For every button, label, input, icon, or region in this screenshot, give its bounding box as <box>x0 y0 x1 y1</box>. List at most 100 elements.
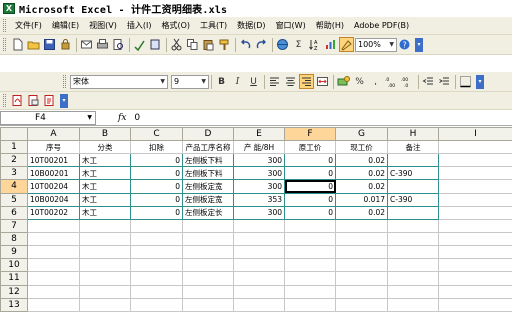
grid-cell[interactable] <box>335 271 388 286</box>
menu-adobe-pdf[interactable]: Adobe PDF(B) <box>349 21 414 30</box>
grid-cell[interactable] <box>27 297 80 312</box>
grid-cell[interactable] <box>233 284 285 299</box>
grid-cell[interactable] <box>130 297 183 312</box>
select-all-corner[interactable] <box>0 127 28 141</box>
percent-button[interactable]: % <box>352 74 367 89</box>
menu-edit[interactable]: 编辑(E) <box>47 20 84 31</box>
grid-cell[interactable]: 左侧板下料 <box>182 153 234 168</box>
row-header[interactable]: 9 <box>0 245 28 260</box>
grid-cell[interactable]: 产 能/8H <box>233 139 285 155</box>
grid-cell[interactable]: 0.02 <box>335 153 388 168</box>
chart-wizard-icon[interactable] <box>323 37 338 52</box>
row-header[interactable]: 11 <box>0 271 28 286</box>
grid-cell[interactable] <box>284 271 336 286</box>
row-header[interactable]: 6 <box>0 205 28 220</box>
grid-cell[interactable] <box>130 271 183 286</box>
grid-cell[interactable]: 木工 <box>79 205 131 220</box>
menu-tools[interactable]: 工具(T) <box>195 20 232 31</box>
grid-cell[interactable] <box>438 297 512 312</box>
grid-cell[interactable]: C-390 <box>387 166 439 181</box>
grid-cell[interactable] <box>387 205 439 220</box>
grid-cell[interactable] <box>27 271 80 286</box>
grid-cell[interactable] <box>79 271 131 286</box>
redo-icon[interactable] <box>254 37 269 52</box>
grid-cell[interactable] <box>182 218 234 233</box>
grid-cell[interactable]: 木工 <box>79 166 131 181</box>
grid-cell[interactable] <box>387 284 439 299</box>
row-header[interactable]: 3 <box>0 166 28 181</box>
grid-cell[interactable]: 左侧板下料 <box>182 166 234 181</box>
menu-file[interactable]: 文件(F) <box>10 20 47 31</box>
spelling-icon[interactable] <box>132 37 147 52</box>
research-icon[interactable] <box>148 37 163 52</box>
grid-cell[interactable] <box>438 284 512 299</box>
toolbar-options-icon[interactable]: ▾ <box>476 74 484 89</box>
grid-cell[interactable] <box>27 218 80 233</box>
grid-cell[interactable] <box>130 284 183 299</box>
grid-cell[interactable]: 0.02 <box>335 166 388 181</box>
hyperlink-icon[interactable] <box>275 37 290 52</box>
grid-cell[interactable] <box>438 192 512 207</box>
formula-input[interactable]: 0 <box>134 113 140 123</box>
row-header[interactable]: 10 <box>0 258 28 273</box>
row-header[interactable]: 4 <box>0 179 28 194</box>
new-icon[interactable] <box>10 37 25 52</box>
row-header[interactable]: 8 <box>0 231 28 247</box>
row-header[interactable]: 5 <box>0 192 28 207</box>
increase-indent-icon[interactable] <box>437 74 452 89</box>
column-header-b[interactable]: B <box>79 127 131 141</box>
bold-button[interactable]: B <box>214 74 229 89</box>
toolbar-grip[interactable] <box>63 75 66 88</box>
grid-cell[interactable]: 0.02 <box>335 205 388 220</box>
grid-cell[interactable] <box>130 258 183 273</box>
align-right-icon[interactable] <box>299 74 314 89</box>
format-painter-icon[interactable] <box>217 37 232 52</box>
sort-ascending-icon[interactable]: AZ <box>307 37 322 52</box>
grid-cell[interactable]: 300 <box>233 179 285 194</box>
grid-cell[interactable] <box>387 218 439 233</box>
column-header-a[interactable]: A <box>27 127 80 141</box>
currency-icon[interactable] <box>336 74 351 89</box>
grid-cell[interactable] <box>182 245 234 260</box>
grid-cell[interactable]: 10B00201 <box>27 166 80 181</box>
align-center-icon[interactable] <box>283 74 298 89</box>
grid-cell[interactable]: 备注 <box>387 139 439 155</box>
row-header[interactable]: 7 <box>0 218 28 233</box>
grid-cell[interactable]: 10T00201 <box>27 153 80 168</box>
increase-decimal-icon[interactable]: .0.00 <box>384 74 399 89</box>
grid-cell[interactable]: 10B00204 <box>27 192 80 207</box>
grid-cell[interactable] <box>182 258 234 273</box>
grid-cell[interactable] <box>130 218 183 233</box>
grid-cell[interactable] <box>284 245 336 260</box>
grid-cell[interactable] <box>233 297 285 312</box>
grid-cell[interactable] <box>79 245 131 260</box>
grid-cell[interactable]: 0 <box>130 179 183 194</box>
toolbar-options-icon[interactable]: ▾ <box>415 37 423 52</box>
print-preview-icon[interactable] <box>111 37 126 52</box>
grid-cell[interactable]: 原工价 <box>284 139 336 155</box>
comma-button[interactable]: , <box>368 74 383 89</box>
column-header-f[interactable]: F <box>284 127 336 141</box>
grid-cell[interactable] <box>335 245 388 260</box>
menu-view[interactable]: 视图(V) <box>84 20 122 31</box>
grid-cell[interactable]: 序号 <box>27 139 80 155</box>
grid-cell[interactable]: 扣除 <box>130 139 183 155</box>
row-header[interactable]: 12 <box>0 284 28 299</box>
grid-cell[interactable] <box>387 271 439 286</box>
italic-button[interactable]: I <box>230 74 245 89</box>
grid-cell[interactable] <box>284 258 336 273</box>
grid-cell[interactable]: 木工 <box>79 153 131 168</box>
grid-cell[interactable] <box>27 245 80 260</box>
insert-function-icon[interactable]: fx <box>118 113 126 123</box>
menu-insert[interactable]: 插入(I) <box>122 20 157 31</box>
grid-cell[interactable]: 左侧板定宽 <box>182 179 234 194</box>
grid-cell[interactable] <box>387 179 439 194</box>
grid-cell[interactable]: 分类 <box>79 139 131 155</box>
grid-cell[interactable] <box>387 245 439 260</box>
grid-cell[interactable] <box>284 218 336 233</box>
grid-cell[interactable] <box>387 231 439 247</box>
row-header[interactable]: 13 <box>0 297 28 312</box>
grid-cell[interactable] <box>182 297 234 312</box>
convert-to-pdf-icon[interactable] <box>10 93 25 108</box>
grid-cell[interactable] <box>387 153 439 168</box>
